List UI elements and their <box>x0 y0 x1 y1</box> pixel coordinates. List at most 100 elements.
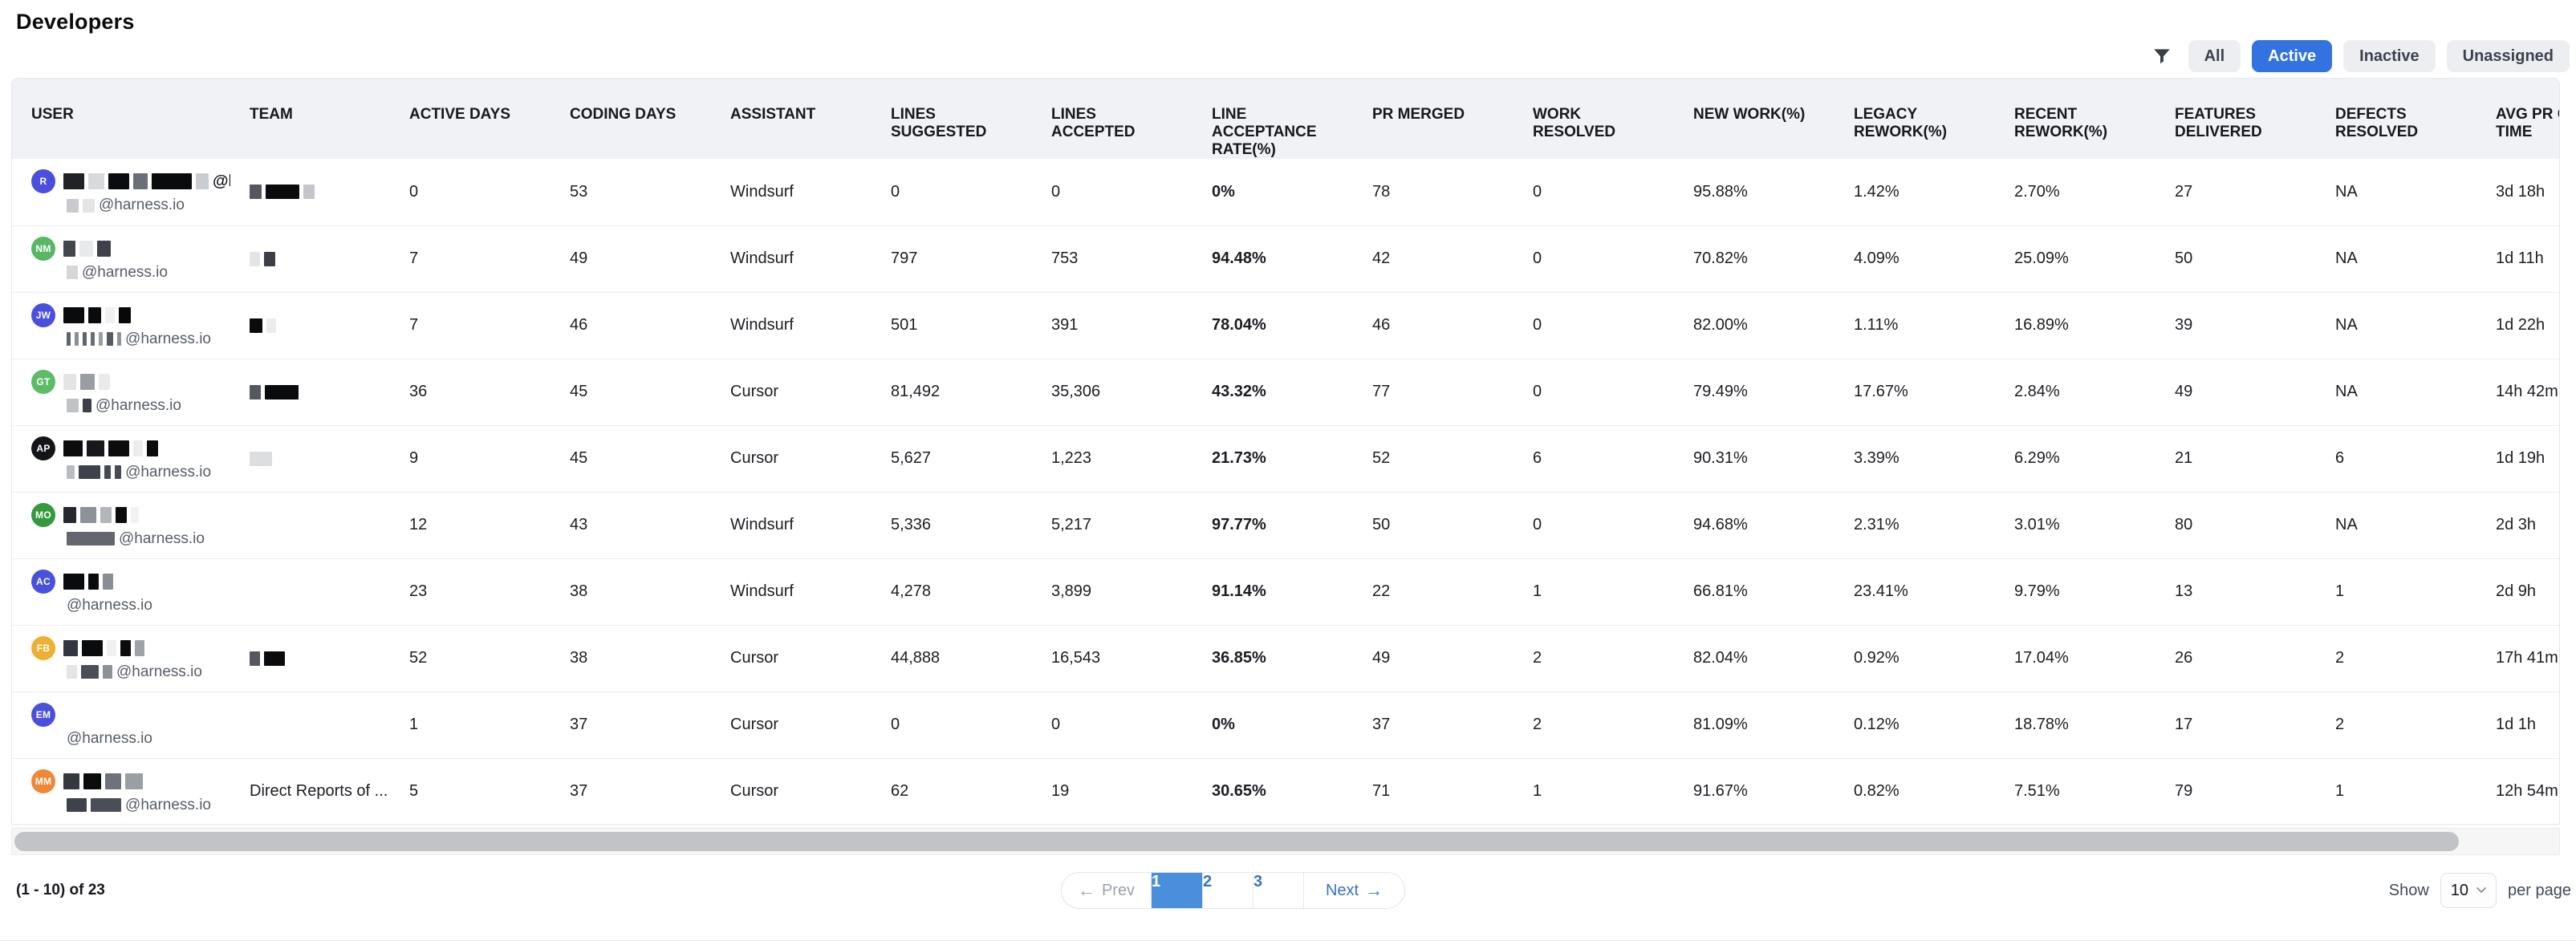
metric-cell: 17h 41m <box>2476 625 2560 692</box>
metric-cell: 1.11% <box>1834 292 1995 359</box>
metric-cell: 82.04% <box>1674 625 1834 692</box>
metric-cell: 6 <box>2316 425 2476 492</box>
table-row[interactable]: MM@harness.ioDirect Reports of ...537Cur… <box>12 758 2560 825</box>
metric-cell: 4.09% <box>1834 225 1995 292</box>
table-row[interactable]: GT@harness.io3645Cursor81,49235,30643.32… <box>12 359 2560 425</box>
redacted-text-block <box>63 773 79 789</box>
filter-chip-active[interactable]: Active <box>2252 40 2332 72</box>
redacted-text-block <box>97 241 111 257</box>
page-number-3[interactable]: 3 <box>1253 873 1303 908</box>
redacted-text-block <box>81 665 99 679</box>
horizontal-scrollbar-track[interactable] <box>11 828 2560 855</box>
user-email: @harness.io <box>67 530 211 548</box>
metric-cell: 6.29% <box>1995 425 2155 492</box>
column-header-work: WORK RESOLVED <box>1514 79 1674 159</box>
metric-cell: 27 <box>2155 159 2316 225</box>
redacted-text-block <box>264 651 285 666</box>
next-page-button[interactable]: Next → <box>1303 873 1404 908</box>
table-row[interactable]: AC@harness.io2338Windsurf4,2783,89991.14… <box>12 558 2560 625</box>
redacted-text-block <box>116 507 127 523</box>
redacted-text-block <box>67 199 79 213</box>
metric-cell: 13 <box>2155 558 2316 625</box>
user-cell: AP@harness.io <box>12 425 230 492</box>
redacted-text-block <box>63 507 76 523</box>
redacted-text-block <box>107 640 116 656</box>
metric-cell: 0 <box>1514 492 1674 558</box>
redacted-text-block <box>115 465 121 479</box>
user-cell: R@harnes...@harness.io <box>12 159 230 225</box>
table-row[interactable]: R@harnes...@harness.io053Windsurf000%780… <box>12 159 2560 225</box>
redacted-text-block <box>67 266 78 279</box>
metric-cell: 6 <box>1514 425 1674 492</box>
redacted-text-block <box>265 385 299 399</box>
table-row[interactable]: MO@harness.io1243Windsurf5,3365,21797.77… <box>12 492 2560 558</box>
metric-cell: 0 <box>1032 692 1193 758</box>
pagination: ← Prev 123 Next → <box>1061 872 1405 909</box>
table-row[interactable]: FB@harness.io5238Cursor44,88816,54336.85… <box>12 625 2560 692</box>
user-cell: AC@harness.io <box>12 558 230 625</box>
page-number-1[interactable]: 1 <box>1152 873 1202 908</box>
metric-cell: 35,306 <box>1032 359 1193 425</box>
metric-cell: 17.04% <box>1995 625 2155 692</box>
metric-cell: 3.39% <box>1834 425 1995 492</box>
user-cell: EM@harness.io <box>12 692 230 758</box>
column-header-legacy: LEGACY REWORK(%) <box>1834 79 1995 159</box>
filter-icon[interactable] <box>2151 46 2172 67</box>
filter-chip-inactive[interactable]: Inactive <box>2343 40 2435 72</box>
column-header-lines: LINES SUGGESTED <box>872 79 1032 159</box>
metric-cell: 3,899 <box>1032 558 1193 625</box>
metric-cell: 45 <box>551 359 711 425</box>
avatar: NM <box>31 237 55 261</box>
redacted-text-block <box>67 532 115 546</box>
metric-cell: 23 <box>390 558 551 625</box>
table-row[interactable]: AP@harness.io945Cursor5,6271,22321.73%52… <box>12 425 2560 492</box>
metric-cell: 71 <box>1353 758 1514 825</box>
metric-cell: 1 <box>1514 558 1674 625</box>
column-header-user: USER <box>12 79 230 159</box>
table-row[interactable]: EM@harness.io137Cursor000%37281.09%0.12%… <box>12 692 2560 758</box>
metric-cell: 38 <box>551 625 711 692</box>
metric-cell: 0 <box>1514 159 1674 225</box>
user-email: @harness.io <box>67 464 211 481</box>
metric-cell: 16.89% <box>1995 292 2155 359</box>
metric-cell: 49 <box>2155 359 2316 425</box>
metric-cell: 45 <box>551 425 711 492</box>
page-size-select[interactable]: 10 <box>2440 873 2497 908</box>
page-size-value: 10 <box>2451 882 2468 900</box>
horizontal-scrollbar-thumb[interactable] <box>14 832 2459 851</box>
redacted-text-block <box>79 465 100 479</box>
column-header-pr: PR MERGED <box>1353 79 1514 159</box>
column-header-line: LINE ACCEPTANCE RATE(%) <box>1193 79 1353 159</box>
metric-cell: 0.12% <box>1834 692 1995 758</box>
redacted-text-block <box>250 252 260 266</box>
redacted-text-block <box>108 173 129 189</box>
metric-cell: 1 <box>2316 758 2476 825</box>
redacted-text-block <box>88 307 101 323</box>
metric-cell: 25.09% <box>1995 225 2155 292</box>
redacted-text-block <box>133 440 143 456</box>
metric-cell: 0 <box>1514 225 1674 292</box>
metric-cell: 3.01% <box>1995 492 2155 558</box>
avatar: EM <box>31 703 55 727</box>
filter-chip-all[interactable]: All <box>2188 40 2241 72</box>
metric-cell: 49 <box>1353 625 1514 692</box>
metric-cell: 12 <box>390 492 551 558</box>
filter-chip-unassigned[interactable]: Unassigned <box>2447 40 2570 72</box>
page-size-control: Show 10 per page <box>2389 872 2571 909</box>
prev-page-button[interactable]: ← Prev <box>1062 873 1151 908</box>
team-cell <box>230 159 390 225</box>
table-row[interactable]: JW@harness.io746Windsurf50139178.04%4608… <box>12 292 2560 359</box>
table-row[interactable]: NM@harness.io749Windsurf79775394.48%4207… <box>12 225 2560 292</box>
redacted-text-block <box>82 640 103 656</box>
redacted-text-block <box>100 507 112 523</box>
page-number-2[interactable]: 2 <box>1202 873 1253 908</box>
metric-cell: 43.32% <box>1193 359 1353 425</box>
redacted-text-block <box>131 507 139 523</box>
metric-cell: 21.73% <box>1193 425 1353 492</box>
metric-cell: Windsurf <box>711 225 872 292</box>
show-label: Show <box>2389 882 2429 900</box>
metric-cell: 14h 42m <box>2476 359 2560 425</box>
redacted-text-block <box>250 452 272 466</box>
redacted-text-block <box>103 665 112 679</box>
page-number-group: 123 <box>1151 873 1303 908</box>
